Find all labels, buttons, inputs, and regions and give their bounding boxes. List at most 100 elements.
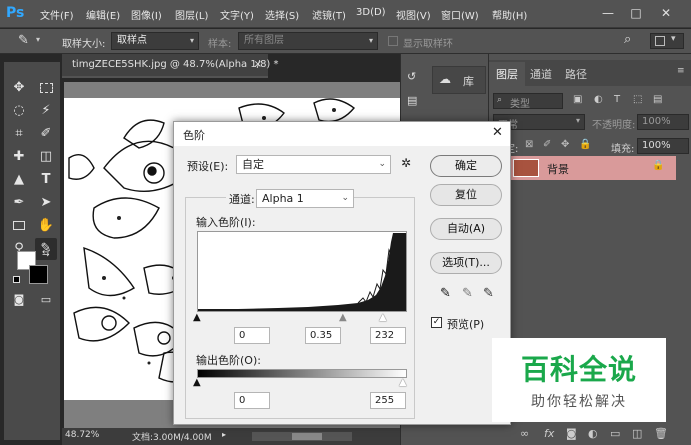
menu-layer[interactable]: 图层(L)	[175, 7, 208, 22]
input-gamma-field[interactable]: 0.35	[305, 327, 341, 344]
menu-view[interactable]: 视图(V)	[396, 7, 431, 22]
output-black-slider[interactable]: ▲	[193, 377, 201, 388]
delete-layer-icon[interactable]: 🗑	[654, 427, 668, 440]
scrollbar-thumb[interactable]	[292, 433, 322, 440]
input-black-field[interactable]: 0	[234, 327, 270, 344]
white-eyedropper-icon[interactable]: ✎	[483, 286, 494, 301]
output-white-slider[interactable]: ▲	[399, 377, 407, 388]
layer-row-background[interactable]: 背景 🔒	[509, 156, 676, 180]
tool-preset-chevron-icon[interactable]: ▾	[36, 35, 40, 44]
tab-paths[interactable]: 路径	[565, 66, 587, 82]
swap-colors-icon[interactable]: ⇆	[42, 249, 50, 259]
document-tab[interactable]: timgZECE5SHK.jpg @ 48.7%(Alpha 1/8) * ×	[62, 54, 279, 78]
library-panel-button[interactable]: ☁ 库	[432, 66, 486, 94]
history-icon[interactable]: ↺	[407, 70, 416, 83]
input-white-slider[interactable]: ▲	[379, 312, 387, 323]
channel-select[interactable]: Alpha 1 ⌄	[256, 189, 354, 208]
lock-all-icon[interactable]: 🔒	[579, 139, 591, 150]
input-white-field[interactable]: 232	[370, 327, 406, 344]
move-tool-icon[interactable]: ✥	[8, 77, 30, 99]
document-info: 文档:3.00M/4.00M	[132, 433, 212, 443]
new-layer-icon[interactable]: ◫	[632, 427, 642, 440]
type-tool-icon[interactable]: T	[35, 169, 57, 191]
healing-tool-icon[interactable]: ✚	[8, 146, 30, 168]
add-mask-icon[interactable]: ◙	[566, 427, 577, 440]
default-colors-icon[interactable]	[13, 276, 20, 283]
menu-select[interactable]: 选择(S)	[265, 7, 299, 22]
properties-icon[interactable]: ▤	[407, 94, 417, 107]
brush-tool-icon[interactable]: ✐	[35, 123, 57, 145]
link-layers-icon[interactable]: ∞	[520, 427, 529, 440]
tab-layers[interactable]: 图层	[496, 66, 518, 82]
toolbox: ✥ ◌ ⚡ ⌗ ✐ ✚ ◫ ▲ T ✒ ➤ ✋ ⚲ ✎ ⇆ ◙ ▭	[4, 62, 60, 440]
eraser-tool-icon[interactable]: ◫	[35, 146, 57, 168]
filter-shape-icon[interactable]: ⬚	[633, 94, 642, 105]
output-black-field[interactable]: 0	[234, 392, 270, 409]
eyedropper-tool-icon[interactable]: ✎	[18, 33, 29, 48]
ok-button[interactable]: 确定	[430, 155, 502, 177]
reset-button[interactable]: 复位	[430, 184, 502, 206]
layer-style-icon[interactable]: fx	[544, 427, 554, 440]
lock-transparent-icon[interactable]: ⊠	[525, 139, 533, 150]
input-slider-track[interactable]: ▲ ▲ ▲	[193, 312, 407, 323]
workspace-switcher[interactable]: ▾	[650, 33, 684, 49]
background-color-swatch[interactable]	[29, 265, 48, 284]
filter-pixel-icon[interactable]: ▣	[573, 94, 582, 105]
black-eyedropper-icon[interactable]: ✎	[440, 286, 451, 301]
lock-pixels-icon[interactable]: ✐	[543, 139, 551, 150]
output-slider-track[interactable]: ▲ ▲	[193, 377, 407, 388]
opacity-input[interactable]: 100%	[637, 114, 689, 130]
gray-eyedropper-icon[interactable]: ✎	[462, 286, 473, 301]
stamp-tool-icon[interactable]: ▲	[8, 169, 30, 191]
sample-size-select[interactable]: 取样点 ▾	[111, 32, 199, 50]
auto-button[interactable]: 自动(A)	[430, 218, 502, 240]
fill-input[interactable]: 100%	[637, 138, 689, 154]
crop-tool-icon[interactable]: ⌗	[8, 123, 30, 145]
marquee-tool-icon[interactable]	[35, 77, 57, 99]
panel-menu-icon[interactable]: ≡	[677, 66, 685, 76]
filter-smart-icon[interactable]: ▤	[653, 94, 662, 105]
menu-image[interactable]: 图像(I)	[131, 7, 162, 22]
input-gamma-slider[interactable]: ▲	[339, 312, 347, 323]
quick-mask-icon[interactable]: ◙	[8, 289, 30, 311]
search-icon[interactable]: ⌕	[624, 32, 631, 47]
pen-tool-icon[interactable]: ✒	[8, 192, 30, 214]
dialog-close-icon[interactable]: ✕	[492, 125, 503, 140]
output-white-field[interactable]: 255	[370, 392, 406, 409]
lasso-tool-icon[interactable]: ◌	[8, 100, 30, 122]
options-button[interactable]: 选项(T)...	[430, 252, 502, 274]
fill-label: 填充:	[611, 144, 635, 155]
minimize-button[interactable]: —	[597, 4, 619, 22]
input-black-slider[interactable]: ▲	[193, 312, 201, 323]
menu-help[interactable]: 帮助(H)	[492, 7, 527, 22]
menu-file[interactable]: 文件(F)	[40, 7, 74, 22]
menu-window[interactable]: 窗口(W)	[441, 7, 479, 22]
adjustment-layer-icon[interactable]: ◐	[588, 427, 598, 440]
preview-checkbox[interactable]: ✓	[431, 317, 442, 328]
filter-type-icon[interactable]: T	[614, 94, 620, 105]
sample-select[interactable]: 所有图层 ▾	[238, 32, 378, 50]
screen-mode-icon[interactable]: ▭	[35, 289, 57, 311]
zoom-level[interactable]: 48.72%	[65, 430, 99, 440]
maximize-button[interactable]: □	[625, 4, 647, 22]
magic-wand-tool-icon[interactable]: ⚡	[35, 100, 57, 122]
preset-select[interactable]: 自定 ⌄	[236, 155, 391, 174]
rectangle-tool-icon[interactable]	[8, 215, 30, 237]
menu-filter[interactable]: 滤镜(T)	[312, 7, 346, 22]
status-menu-arrow-icon[interactable]: ▸	[222, 430, 226, 439]
filter-adjustment-icon[interactable]: ◐	[594, 94, 603, 105]
menu-3d[interactable]: 3D(D)	[356, 7, 386, 18]
lock-position-icon[interactable]: ✥	[561, 139, 569, 150]
menu-type[interactable]: 文字(Y)	[220, 7, 254, 22]
close-window-button[interactable]: ✕	[655, 4, 677, 22]
path-select-tool-icon[interactable]: ➤	[35, 192, 57, 214]
new-group-icon[interactable]: ▭	[610, 427, 620, 440]
hand-tool-icon[interactable]: ✋	[35, 215, 57, 237]
tab-channels[interactable]: 通道	[530, 66, 552, 82]
layer-filter-select[interactable]: ⌕ 类型	[493, 93, 563, 110]
menu-edit[interactable]: 编辑(E)	[86, 7, 120, 22]
preset-options-gear-icon[interactable]: ✲	[401, 156, 411, 170]
show-ring-checkbox[interactable]	[388, 36, 398, 46]
horizontal-scrollbar[interactable]	[252, 432, 352, 441]
close-tab-icon[interactable]: ×	[254, 54, 262, 76]
